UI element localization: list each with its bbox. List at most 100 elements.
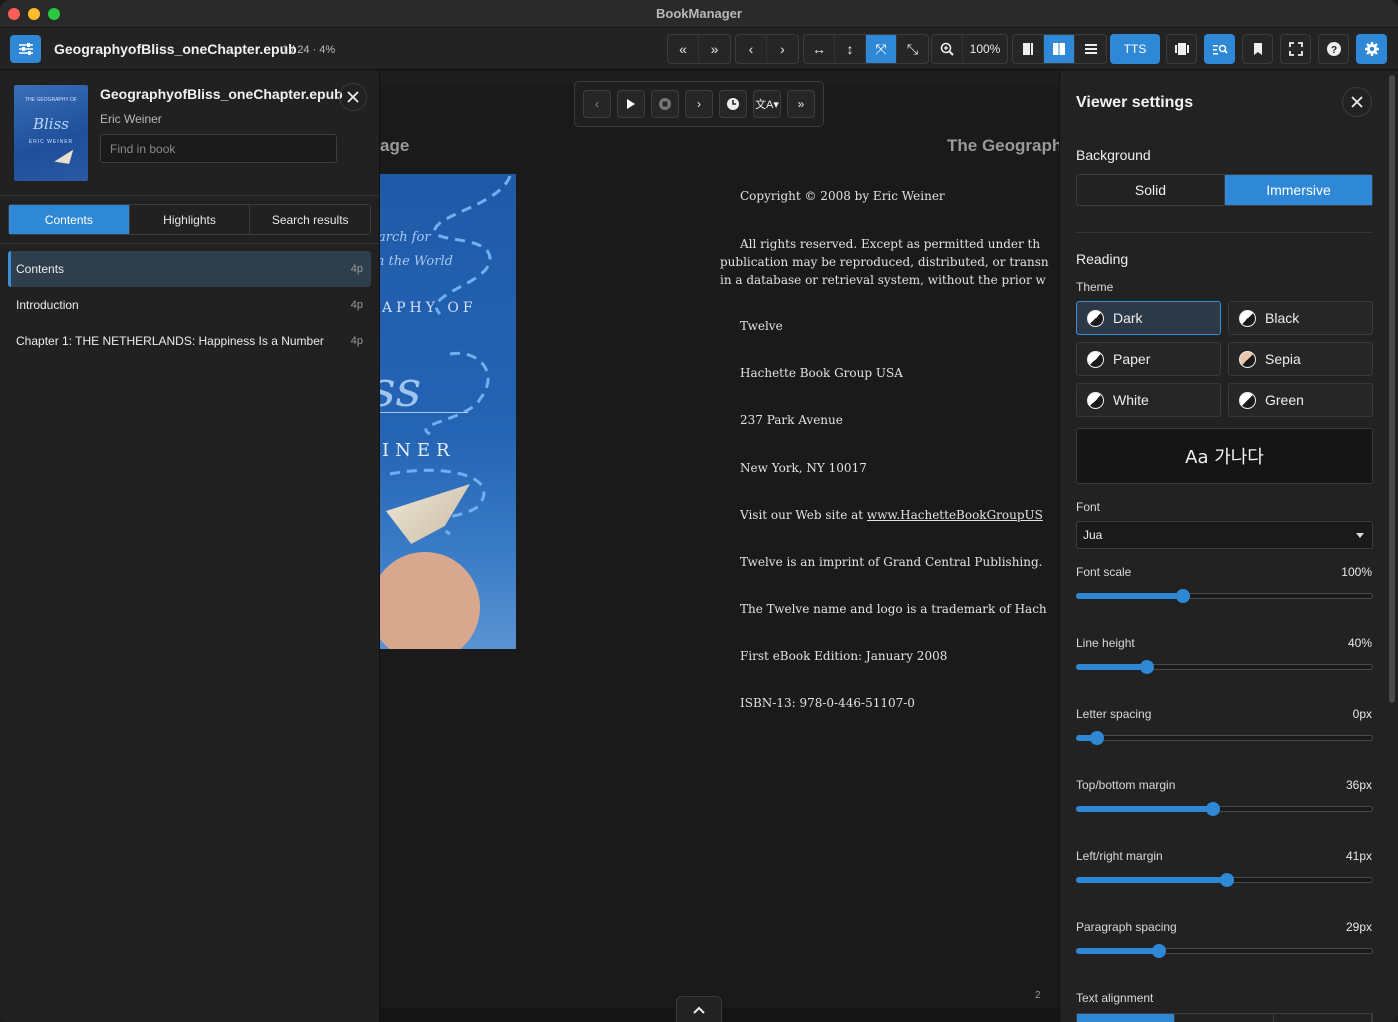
settings-button[interactable] xyxy=(1356,34,1387,64)
top-bottom-margin-slider[interactable] xyxy=(1076,802,1373,816)
fit-page-button[interactable]: ⤧ xyxy=(866,35,897,63)
toc-item-label: Contents xyxy=(16,262,65,276)
reader-view[interactable]: age The Geograph arch for n the World AP… xyxy=(380,71,1059,1022)
tab-highlights[interactable]: Highlights xyxy=(130,205,251,234)
prev-chapter-button[interactable]: « xyxy=(668,35,699,63)
tts-prev-button[interactable]: ‹ xyxy=(583,90,611,118)
book-author: Eric Weiner xyxy=(100,112,162,126)
prev-page-button[interactable]: ‹ xyxy=(736,35,767,63)
slider-handle[interactable] xyxy=(1089,731,1104,745)
slider-handle[interactable] xyxy=(1205,802,1220,816)
scroll-mode-button[interactable] xyxy=(1075,35,1106,63)
actual-size-button[interactable]: ⤡ xyxy=(897,35,928,63)
expand-icon: ⤧ xyxy=(875,40,887,57)
align-center-button[interactable] xyxy=(1274,1014,1372,1022)
tab-contents[interactable]: Contents xyxy=(9,205,130,234)
tts-play-button[interactable] xyxy=(617,90,645,118)
two-page-icon xyxy=(1052,42,1066,56)
align-left-button[interactable] xyxy=(1175,1014,1274,1022)
toc-item-contents[interactable]: Contents 4p xyxy=(8,251,371,287)
letter-spacing-slider[interactable] xyxy=(1076,731,1373,745)
cover-thumb-title: Bliss xyxy=(32,115,69,133)
settings-scrollbar[interactable] xyxy=(1389,75,1395,703)
background-solid-button[interactable]: Solid xyxy=(1077,175,1225,205)
page-flip-button[interactable] xyxy=(1166,34,1197,64)
fit-height-button[interactable]: ↕ xyxy=(835,35,866,63)
zoom-in-icon xyxy=(940,42,954,56)
text-search-icon xyxy=(1212,42,1228,56)
website-link[interactable]: www.HachetteBookGroupUS xyxy=(867,508,1043,522)
theme-paper-button[interactable]: Paper xyxy=(1076,342,1221,376)
theme-label-text: White xyxy=(1113,392,1149,408)
tts-language-button[interactable]: 文A▾ xyxy=(753,90,781,118)
file-name: GeographyofBliss_oneChapter.epub xyxy=(54,41,297,57)
slider-handle[interactable] xyxy=(1220,873,1235,887)
paragraph-spacing-slider[interactable] xyxy=(1076,944,1373,958)
theme-label: Theme xyxy=(1076,280,1114,294)
theme-green-button[interactable]: Green xyxy=(1228,383,1373,417)
next-page-button[interactable]: › xyxy=(767,35,798,63)
background-immersive-button[interactable]: Immersive xyxy=(1225,175,1372,205)
theme-contrast-icon xyxy=(1087,309,1104,327)
tts-next-button[interactable]: › xyxy=(685,90,713,118)
theme-label-text: Green xyxy=(1265,392,1304,408)
line-height-label: Line height xyxy=(1076,636,1135,650)
running-header-right: The Geograph xyxy=(947,136,1059,155)
tts-timer-button[interactable] xyxy=(719,90,747,118)
slider-handle[interactable] xyxy=(1140,660,1155,674)
theme-white-button[interactable]: White xyxy=(1076,383,1221,417)
theme-dark-button[interactable]: Dark xyxy=(1076,301,1221,335)
fullscreen-button[interactable] xyxy=(1280,34,1311,64)
find-in-book-input[interactable] xyxy=(100,134,337,163)
running-header-left: age xyxy=(380,136,410,155)
chevron-up-icon xyxy=(693,1006,705,1014)
zoom-group: 100% xyxy=(931,34,1008,64)
publisher-line: 237 Park Avenue xyxy=(740,413,843,427)
sidebar-toggle-button[interactable] xyxy=(10,35,41,63)
close-sidebar-button[interactable] xyxy=(339,83,367,111)
left-sidebar: THE GEOGRAPHY OF Bliss ERIC WEINER Geogr… xyxy=(0,71,380,1022)
toolbar: GeographyofBliss_oneChapter.epub 1 / 24 … xyxy=(0,28,1398,70)
font-select[interactable]: Jua xyxy=(1076,521,1373,549)
collapse-icon: ⤡ xyxy=(906,40,919,57)
left-right-margin-slider[interactable] xyxy=(1076,873,1373,887)
help-button[interactable]: ? xyxy=(1318,34,1349,64)
slider-handle[interactable] xyxy=(1175,589,1190,603)
line-height-slider[interactable] xyxy=(1076,660,1373,674)
background-toggle: Solid Immersive xyxy=(1076,174,1373,206)
next-chapter-button[interactable]: » xyxy=(699,35,730,63)
clock-icon xyxy=(726,97,740,111)
table-of-contents: Contents 4p Introduction 4p Chapter 1: T… xyxy=(8,251,371,359)
toc-item-chapter-1[interactable]: Chapter 1: THE NETHERLANDS: Happiness Is… xyxy=(8,323,371,359)
tab-search-results[interactable]: Search results xyxy=(250,205,370,234)
tts-skip-button[interactable]: » xyxy=(787,90,815,118)
paper-plane-image xyxy=(53,150,78,169)
close-settings-button[interactable] xyxy=(1342,87,1372,117)
font-scale-value: 100% xyxy=(1341,565,1372,579)
two-page-button[interactable] xyxy=(1044,35,1075,63)
theme-label-text: Black xyxy=(1265,310,1300,326)
font-scale-slider[interactable] xyxy=(1076,589,1373,603)
scroll-up-button[interactable] xyxy=(676,996,722,1022)
cover-thumb-subtitle: THE GEOGRAPHY OF xyxy=(25,97,77,103)
slider-fill xyxy=(1076,806,1213,812)
toc-item-introduction[interactable]: Introduction 4p xyxy=(8,287,371,323)
book-flip-icon xyxy=(1174,42,1190,56)
tts-stop-button[interactable] xyxy=(651,90,679,118)
zoom-button[interactable] xyxy=(932,35,963,63)
theme-black-button[interactable]: Black xyxy=(1228,301,1373,335)
book-cover-thumbnail[interactable]: THE GEOGRAPHY OF Bliss ERIC WEINER xyxy=(14,85,88,181)
zoom-level[interactable]: 100% xyxy=(963,35,1007,63)
cover-text-line: APHY OF xyxy=(382,300,477,316)
tts-button[interactable]: TTS xyxy=(1111,35,1159,63)
copyright-line: Copyright © 2008 by Eric Weiner xyxy=(740,189,945,203)
website-line[interactable]: Visit our Web site at www.HachetteBookGr… xyxy=(740,508,1043,522)
fullscreen-icon xyxy=(1288,42,1303,56)
theme-sepia-button[interactable]: Sepia xyxy=(1228,342,1373,376)
single-page-button[interactable] xyxy=(1013,35,1044,63)
slider-handle[interactable] xyxy=(1152,944,1167,958)
fit-width-button[interactable]: ↔ xyxy=(804,35,835,63)
search-in-book-button[interactable] xyxy=(1204,34,1235,64)
bookmark-button[interactable] xyxy=(1242,34,1273,64)
align-justify-button[interactable] xyxy=(1077,1014,1176,1022)
